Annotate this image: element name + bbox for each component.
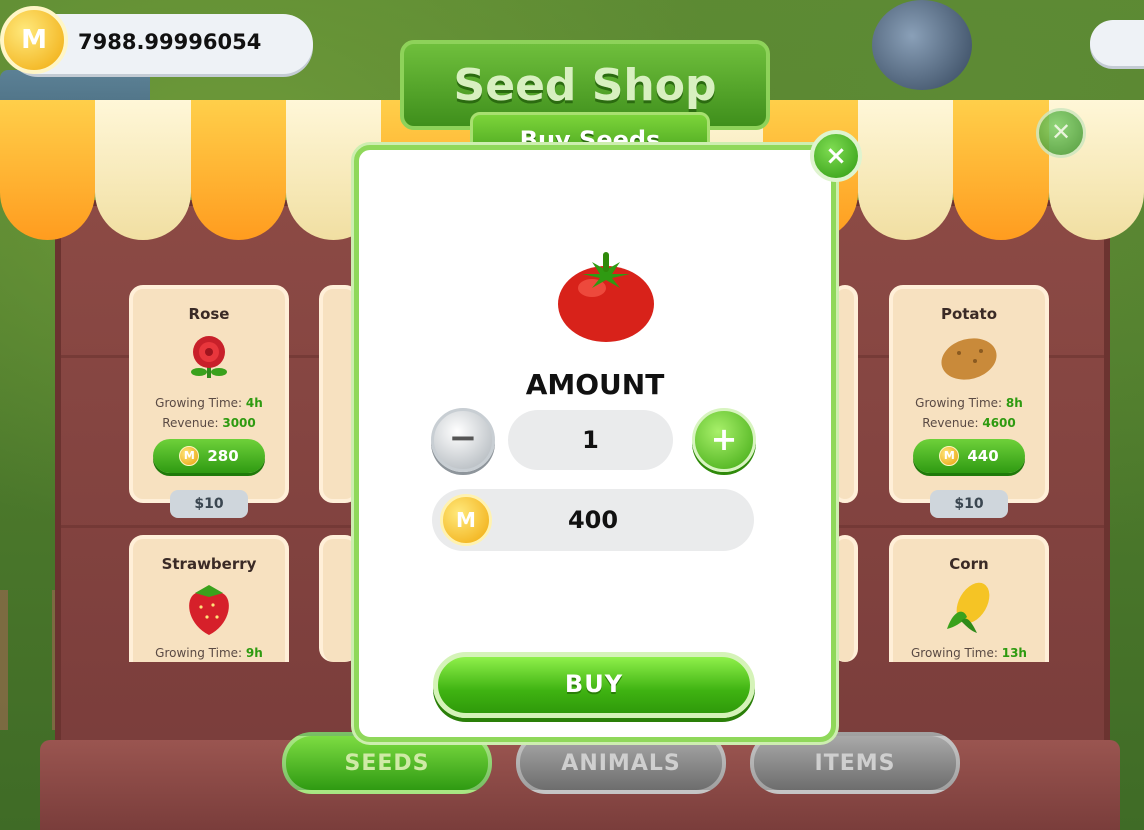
quantity-field[interactable]: 1: [508, 410, 673, 470]
amount-label: AMOUNT: [525, 368, 665, 401]
total-cost-value: 400: [567, 506, 619, 534]
decrease-button[interactable]: −: [431, 408, 495, 472]
coin-icon: M: [440, 494, 492, 546]
increase-button[interactable]: +: [692, 408, 756, 472]
tomato-icon: [556, 248, 656, 343]
buy-button[interactable]: BUY: [433, 652, 755, 718]
close-icon[interactable]: ×: [810, 130, 862, 182]
